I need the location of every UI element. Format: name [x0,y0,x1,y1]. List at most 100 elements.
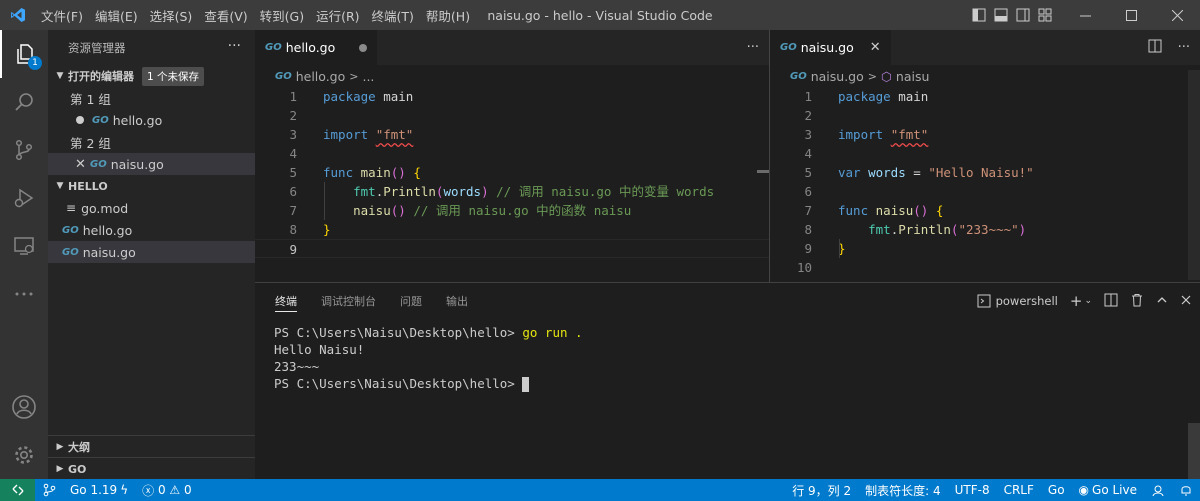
open-editor-naisu[interactable]: ✕ GO naisu.go [48,153,255,175]
tab-problems[interactable]: 问题 [400,283,422,319]
explorer-sidebar: 资源管理器 ··· ▼ 打开的编辑器 1 个未保存 第 1 组 GO hello… [48,30,255,479]
menu-view[interactable]: 查看(V) [198,6,253,25]
feedback-icon[interactable] [1144,479,1172,501]
open-editor-hello[interactable]: GO hello.go [48,109,255,131]
more-actions-icon[interactable]: ··· [747,40,759,55]
file-label: go.mod [81,200,129,216]
overview-ruler-mark [757,170,769,173]
menu-run[interactable]: 运行(R) [310,6,365,25]
toggle-panel-icon[interactable] [990,0,1012,30]
line-number: 4 [804,146,812,161]
code-line: func naisu() { [838,203,944,218]
close-icon[interactable]: ✕ [75,157,86,172]
chevron-down-icon[interactable]: ⌄ [1084,296,1092,306]
error-icon: ⓧ [142,483,155,498]
breadcrumb-file[interactable]: hello.go [296,69,346,84]
activity-bar: 1 [0,30,48,479]
more-views-icon[interactable] [0,270,48,318]
file-hello-go[interactable]: GO hello.go [48,219,255,241]
menu-selection[interactable]: 选择(S) [144,6,199,25]
trash-icon[interactable] [1130,293,1144,310]
run-debug-icon[interactable] [0,174,48,222]
language-mode[interactable]: Go [1041,479,1072,501]
tab-size[interactable]: 制表符长度: 4 [858,479,948,501]
open-editors-section[interactable]: ▼ 打开的编辑器 1 个未保存 [48,65,255,87]
menu-help[interactable]: 帮助(H) [420,6,476,25]
unsaved-dot-icon[interactable] [359,43,368,52]
code-line: package main [323,89,414,104]
git-icon[interactable] [35,479,63,501]
tab-naisu-go[interactable]: GO naisu.go ✕ [770,30,891,65]
go-version[interactable]: Go 1.19 ϟ [63,479,135,501]
terminal-output[interactable]: PS C:\Users\Naisu\Desktop\hello> go run … [274,324,583,392]
tab-terminal[interactable]: 终端 [275,290,297,312]
sidebar-title: 资源管理器 [68,40,126,55]
terminal-line: Hello Naisu! [274,342,365,357]
notifications-bell-icon[interactable] [1172,479,1200,501]
problems-status[interactable]: ⓧ 0 ⚠ 0 [135,479,199,501]
go-live[interactable]: ◉ Go Live [1072,479,1144,501]
line-number: 9 [804,241,812,256]
remote-indicator-icon[interactable] [0,479,35,501]
maximize-panel-icon[interactable] [1156,294,1168,309]
broadcast-icon: ◉ [1078,483,1090,497]
lightning-icon: ϟ [120,483,129,497]
terminal-selector[interactable]: powershell [977,294,1058,308]
menu-go[interactable]: 转到(G) [254,6,310,25]
tab-debug-console[interactable]: 调试控制台 [321,283,376,319]
toggle-sidebar-icon[interactable] [968,0,990,30]
code-editor-hello[interactable]: 1 package main 2 3 import "fmt" 4 5 func ma… [255,87,769,258]
terminal-icon [977,294,991,308]
maximize-button[interactable] [1108,0,1154,30]
group-1-label: 第 1 组 [70,91,111,107]
code-line: fmt.Println(words) // 调用 naisu.go 中的变量 w… [353,184,715,199]
code-line: fmt.Println("233~~~") [868,222,1027,237]
encoding[interactable]: UTF-8 [948,479,997,501]
editor-scrollbar[interactable] [1188,70,1200,280]
code-editor-naisu[interactable]: 1 package main 2 3 import "fmt" 4 5 var wor… [770,87,1200,277]
terminal-command: go run . [522,325,583,340]
go-section[interactable]: ▶ GO [48,458,255,480]
terminal-line: PS C:\Users\Naisu\Desktop\hello> [274,375,583,392]
more-actions-icon[interactable]: ··· [1178,40,1190,55]
editor-group-left: GO hello.go ··· GO hello.go > ... 1 packa… [255,30,769,282]
new-terminal-icon[interactable]: + [1070,292,1083,310]
split-terminal-icon[interactable] [1104,293,1118,310]
minimize-button[interactable] [1062,0,1108,30]
accounts-icon[interactable] [0,383,48,431]
folder-section-hello[interactable]: ▼ HELLO [48,175,255,197]
menu-file[interactable]: 文件(F) [35,6,89,25]
remote-explorer-icon[interactable] [0,222,48,270]
close-panel-icon[interactable] [1180,294,1192,309]
close-tab-icon[interactable]: ✕ [870,40,881,55]
cursor-position[interactable]: 行 9，列 2 [785,479,858,501]
line-number: 8 [804,222,812,237]
tab-output[interactable]: 输出 [446,283,468,319]
tab-hello-label: hello.go [285,40,336,55]
file-go-mod[interactable]: ≡ go.mod [48,197,255,219]
breadcrumb-symbol[interactable]: naisu [896,69,930,84]
file-naisu-go[interactable]: GO naisu.go [48,241,255,263]
customize-layout-icon[interactable] [1034,0,1056,30]
split-editor-icon[interactable] [1148,39,1162,57]
terminal-scrollbar[interactable] [1188,423,1200,479]
source-control-icon[interactable] [0,126,48,174]
close-window-button[interactable] [1154,0,1200,30]
end-of-line[interactable]: CRLF [997,479,1041,501]
tab-hello-go[interactable]: GO hello.go [255,30,378,65]
breadcrumb-rest[interactable]: ... [362,69,374,84]
menu-bar: 文件(F) 编辑(E) 选择(S) 查看(V) 转到(G) 运行(R) 终端(T… [35,0,476,30]
outline-label: 大纲 [68,441,90,454]
outline-section[interactable]: ▶ 大纲 [48,436,255,458]
manage-gear-icon[interactable] [0,431,48,479]
editor-group-right: GO naisu.go ✕ ··· GO naisu.go > ⬡ naisu … [770,30,1200,282]
breadcrumb-file[interactable]: naisu.go [811,69,864,84]
toggle-secondary-sidebar-icon[interactable] [1012,0,1034,30]
menu-edit[interactable]: 编辑(E) [89,6,144,25]
indent-guide [324,182,325,220]
explorer-icon[interactable]: 1 [0,30,48,78]
unsaved-badge: 1 个未保存 [142,66,205,86]
search-icon[interactable] [0,78,48,126]
sidebar-more-icon[interactable]: ··· [228,38,241,54]
menu-terminal[interactable]: 终端(T) [366,6,420,25]
